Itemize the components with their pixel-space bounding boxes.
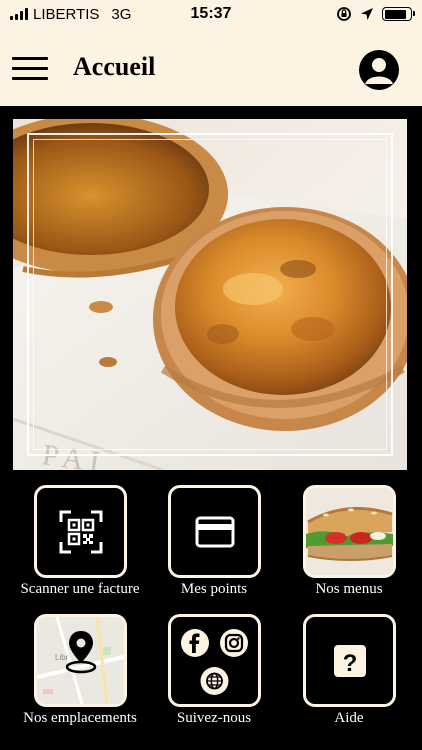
scan-invoice-button[interactable] xyxy=(34,485,127,578)
follow-us-button[interactable] xyxy=(168,614,261,707)
card-icon xyxy=(195,516,234,547)
carrier-name: LIBERTIS xyxy=(33,5,100,23)
qr-code-icon xyxy=(59,510,102,553)
my-points-label[interactable]: Mes points xyxy=(144,581,284,598)
our-menus-button[interactable] xyxy=(303,485,396,578)
website-globe-icon[interactable] xyxy=(200,667,229,695)
my-points-button[interactable] xyxy=(168,485,261,578)
status-bar: LIBERTIS 3G 15:37 xyxy=(0,0,422,28)
sandwich-photo xyxy=(306,488,393,575)
facebook-icon[interactable] xyxy=(181,629,209,657)
network-type: 3G xyxy=(111,5,132,23)
follow-us-label[interactable]: Suivez-nous xyxy=(144,710,284,727)
scan-invoice-label[interactable]: Scanner une facture xyxy=(10,581,150,598)
hero-quiche-image: PAI xyxy=(13,119,407,470)
our-menus-label[interactable]: Nos menus xyxy=(279,581,419,598)
help-icon: ? xyxy=(333,644,366,677)
battery-icon xyxy=(382,7,415,21)
map-thumbnail: Libr xyxy=(37,617,124,704)
signal-strength-icon xyxy=(10,8,28,20)
help-button[interactable]: ? xyxy=(303,614,396,707)
instagram-icon[interactable] xyxy=(220,629,248,657)
hero-decorative-frame-inner xyxy=(33,139,387,450)
app-header: Accueil xyxy=(0,28,422,106)
location-arrow-icon xyxy=(361,8,373,20)
map-place-text: Libr xyxy=(55,653,69,662)
our-locations-label[interactable]: Nos emplacements xyxy=(10,710,150,727)
hamburger-menu-icon[interactable] xyxy=(12,57,48,83)
battery-level xyxy=(384,9,406,19)
rotation-lock-icon xyxy=(337,7,351,21)
help-symbol: ? xyxy=(342,650,357,677)
user-account-icon[interactable] xyxy=(359,50,399,90)
help-label[interactable]: Aide xyxy=(279,710,419,727)
social-icons xyxy=(181,629,248,695)
page-title: Accueil xyxy=(73,52,156,81)
our-locations-button[interactable]: Libr xyxy=(34,614,127,707)
